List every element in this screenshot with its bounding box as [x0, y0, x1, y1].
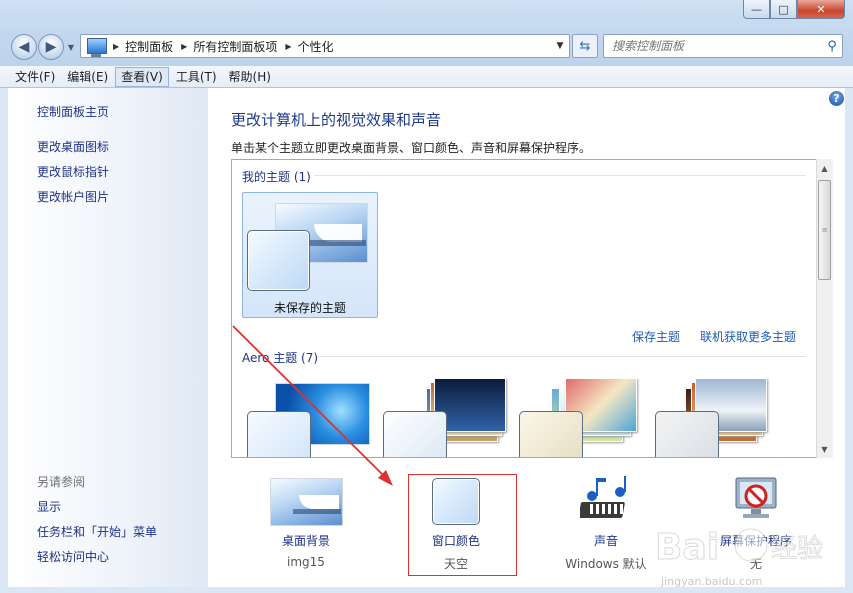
scroll-up-icon[interactable]: ▲	[816, 160, 833, 176]
baidu-watermark-logo: Bai 经验 jingyan.baidu.com	[655, 527, 823, 589]
help-icon[interactable]: ?	[829, 91, 844, 106]
breadcrumb-all-items[interactable]: 所有控制面板项	[189, 38, 283, 55]
breadcrumb-separator-icon: ▶	[181, 41, 188, 51]
sidebar: 控制面板主页 更改桌面图标 更改鼠标指针 更改帐户图片 另请参阅 显示 任务栏和…	[8, 88, 208, 587]
back-arrow-icon: ◀	[18, 39, 30, 55]
maximize-button[interactable]: □	[770, 0, 797, 19]
scroll-down-icon[interactable]: ▼	[816, 441, 833, 457]
group-divider	[318, 356, 806, 357]
svg-text:经验: 经验	[771, 534, 823, 564]
sidebar-change-account-picture[interactable]: 更改帐户图片	[37, 188, 109, 205]
menu-file[interactable]: 文件(F)	[10, 67, 60, 87]
menu-bar: 文件(F) 编辑(E) 查看(V) 工具(T) 帮助(H)	[0, 66, 853, 88]
music-notes-icon[interactable]	[580, 474, 636, 526]
sidebar-change-mouse-pointers[interactable]: 更改鼠标指针	[37, 163, 109, 180]
svg-text:Bai: Bai	[655, 527, 719, 568]
menu-help[interactable]: 帮助(H)	[224, 67, 276, 87]
close-button[interactable]: ✕	[797, 0, 845, 19]
sidebar-control-panel-home[interactable]: 控制面板主页	[37, 103, 109, 120]
desktop-background-value: img15	[287, 555, 325, 569]
forward-button[interactable]: ▶	[38, 34, 64, 60]
breadcrumb-control-panel[interactable]: 控制面板	[121, 38, 179, 55]
window-color-swatch	[655, 411, 719, 457]
get-more-themes-link[interactable]: 联机获取更多主题	[700, 328, 796, 345]
page-title: 更改计算机上的视觉效果和声音	[231, 111, 442, 129]
search-input[interactable]	[610, 35, 822, 57]
search-box[interactable]: ⚲	[603, 34, 843, 58]
menu-edit[interactable]: 编辑(E)	[62, 67, 113, 87]
sidebar-change-desktop-icons[interactable]: 更改桌面图标	[37, 138, 109, 155]
aero-theme-row	[233, 378, 813, 457]
forward-arrow-icon: ▶	[45, 39, 57, 55]
see-also-ease-of-access[interactable]: 轻松访问中心	[37, 548, 109, 565]
page-description: 单击某个主题立即更改桌面背景、窗口颜色、声音和屏幕保护程序。	[231, 141, 592, 155]
refresh-icon: ⇆	[579, 38, 591, 54]
see-also-heading: 另请参阅	[37, 475, 86, 489]
window-color-swatch	[247, 230, 310, 291]
annotation-highlight-box	[408, 474, 517, 576]
minimize-button[interactable]: —	[743, 0, 770, 19]
aero-themes-header: Aero 主题 (7)	[242, 351, 319, 365]
control-panel-icon	[87, 38, 107, 57]
see-also-taskbar[interactable]: 任务栏和「开始」菜单	[37, 523, 157, 540]
menu-tools[interactable]: 工具(T)	[171, 67, 222, 87]
svg-text:jingyan.baidu.com: jingyan.baidu.com	[660, 575, 763, 588]
sounds-label[interactable]: 声音	[556, 532, 656, 549]
unsaved-theme-label: 未保存的主题	[273, 301, 346, 315]
recent-pages-dropdown[interactable]: ▼	[66, 42, 76, 52]
desktop-background-thumbnail[interactable]	[270, 478, 343, 526]
address-dropdown-icon[interactable]: ▼	[551, 35, 569, 57]
back-button[interactable]: ◀	[11, 34, 37, 60]
group-divider	[314, 175, 806, 176]
menu-view[interactable]: 查看(V)	[115, 66, 169, 87]
refresh-button[interactable]: ⇆	[572, 34, 598, 58]
maximize-icon: □	[778, 2, 789, 16]
search-icon[interactable]: ⚲	[822, 39, 842, 54]
scroll-thumb[interactable]: ≡	[818, 180, 831, 280]
see-also-display[interactable]: 显示	[37, 498, 61, 515]
close-icon: ✕	[816, 2, 826, 16]
window-color-swatch	[247, 411, 311, 457]
breadcrumb-separator-icon: ▶	[285, 41, 292, 51]
my-themes-header: 我的主题 (1)	[242, 170, 311, 184]
window-color-swatch	[519, 411, 583, 457]
save-theme-link[interactable]: 保存主题	[632, 328, 680, 345]
sounds-value: Windows 默认	[565, 557, 647, 571]
breadcrumb-separator-icon: ▶	[113, 41, 120, 51]
breadcrumb-personalization[interactable]: 个性化	[294, 38, 340, 55]
desktop-background-label[interactable]: 桌面背景	[256, 532, 356, 549]
chevron-down-icon: ▼	[67, 42, 75, 52]
address-bar[interactable]: ▶ 控制面板 ▶ 所有控制面板项 ▶ 个性化 ▼	[80, 34, 570, 58]
minimize-icon: —	[751, 2, 762, 16]
window-color-swatch	[383, 411, 447, 457]
